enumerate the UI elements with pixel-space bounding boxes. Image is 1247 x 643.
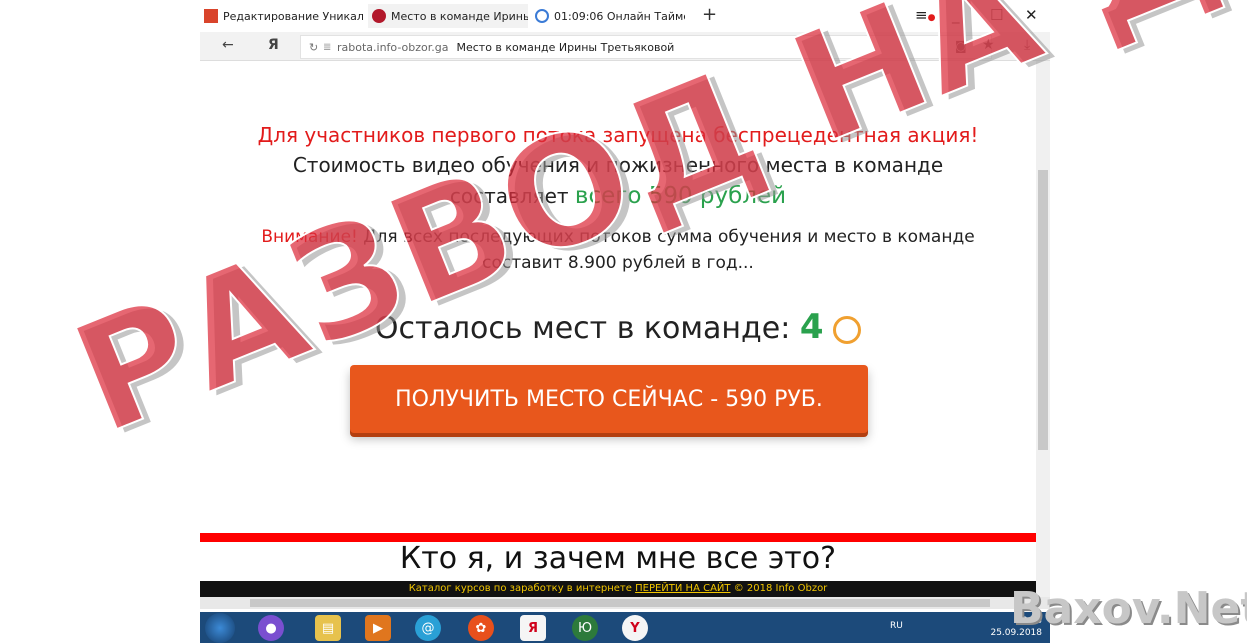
alice-icon[interactable]: ● <box>258 615 284 641</box>
yandex-app-icon[interactable]: Я <box>520 615 546 641</box>
flower-app-icon[interactable]: ✿ <box>468 615 494 641</box>
tab-label: 01:09:06 Онлайн Таймер <box>554 9 685 23</box>
yandex-logo-icon[interactable]: Я <box>268 37 279 53</box>
site-favicon-icon <box>204 9 218 23</box>
tab-label: Редактирование Уникальны <box>223 9 364 23</box>
reload-icon[interactable]: ↻ <box>309 41 318 54</box>
tab-editing[interactable]: Редактирование Уникальны <box>204 4 364 28</box>
yandex-browser-icon[interactable]: Y <box>622 615 648 641</box>
footer-copyright: © 2018 Info Obzor <box>733 583 828 594</box>
url-page-title: Место в команде Ирины Третьяковой <box>456 40 675 54</box>
horizontal-scroll-thumb[interactable] <box>250 599 990 607</box>
spinner-icon <box>833 315 862 344</box>
section-heading: Кто я, и зачем мне все это? <box>399 541 837 576</box>
tab-team-place[interactable]: Место в команде Ирины ✕ <box>368 4 528 28</box>
start-button[interactable] <box>205 613 235 643</box>
windows-taskbar: ● ▤ ▶ @ ✿ Я Ю Y RU 18:43 25.09.2018 <box>200 612 1050 643</box>
apple-favicon-icon <box>372 9 386 23</box>
seats-count: 4 <box>799 307 824 347</box>
page-info-icon[interactable]: ≣ <box>323 42 331 53</box>
tab-label: Место в команде Ирины <box>391 9 528 23</box>
footer-banner: Каталог курсов по заработку в интернете … <box>200 581 1036 597</box>
get-place-button[interactable]: ПОЛУЧИТЬ МЕСТО СЕЙЧАС - 590 РУБ. <box>350 365 868 433</box>
media-player-icon[interactable]: ▶ <box>365 615 391 641</box>
footer-link[interactable]: ПЕРЕЙТИ НА САЙТ <box>635 583 730 594</box>
mail-icon[interactable]: @ <box>415 615 441 641</box>
folder-icon[interactable]: ▤ <box>315 615 341 641</box>
new-tab-button[interactable]: + <box>702 4 717 25</box>
clock-favicon-icon <box>535 9 549 23</box>
site-watermark: Baxov.Net <box>1010 583 1247 634</box>
footer-prefix: Каталог курсов по заработку в интернете <box>408 583 632 594</box>
vertical-scroll-thumb[interactable] <box>1038 170 1048 450</box>
url-domain: rabota.info-obzor.ga <box>337 40 449 54</box>
language-indicator[interactable]: RU <box>890 621 903 631</box>
back-arrow-icon[interactable]: ← <box>222 37 234 53</box>
tab-online-timer[interactable]: 01:09:06 Онлайн Таймер <box>535 4 685 28</box>
browser-app-icon[interactable]: Ю <box>572 615 598 641</box>
